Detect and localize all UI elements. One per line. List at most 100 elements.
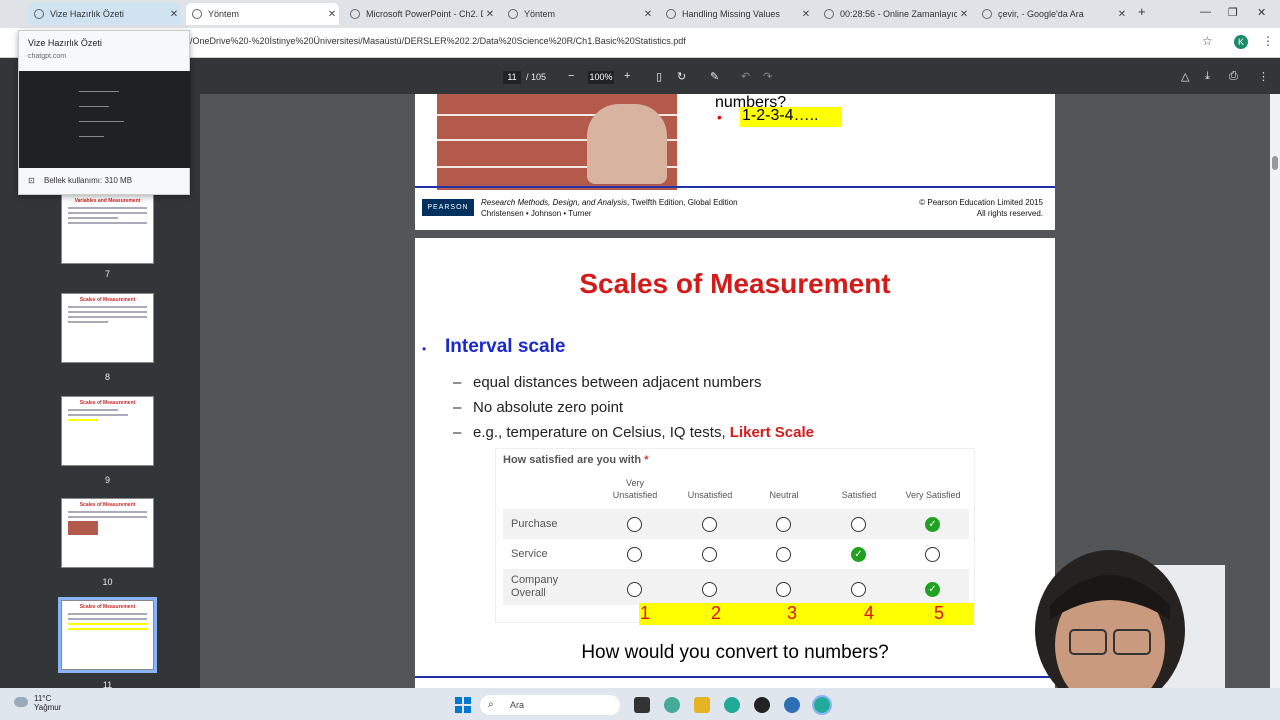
radio-5[interactable] [925,547,940,562]
bullet-icon: • [717,109,722,125]
tab-yontem-active[interactable]: Yöntem ✕ [186,3,339,25]
file-explorer-icon[interactable] [694,697,710,713]
page-number-input[interactable]: 11 [503,71,521,84]
chrome-icon[interactable] [724,697,740,713]
thumbnail-page-7[interactable]: Variables and Measurement [61,194,154,264]
thumbnail-title: Scales of Measurement [79,502,136,508]
thumbnail-page-10[interactable]: Scales of Measurement [61,498,154,568]
radio-4[interactable] [851,517,866,532]
google-icon [982,9,992,19]
radio-2[interactable] [702,547,717,562]
dash-icon: – [453,374,462,391]
close-icon[interactable]: ✕ [957,9,971,20]
undo-icon[interactable]: ↶ [741,70,750,83]
weather-widget[interactable]: 11°C Yağmur [34,694,61,712]
citation: Research Methods, Design, and Analysis, … [481,197,738,219]
col-label: Very [625,478,644,488]
print-icon[interactable]: ⎙ [1229,70,1238,83]
bookmark-star-icon[interactable]: ☆ [1202,34,1213,48]
close-icon[interactable]: ✕ [483,9,497,20]
tab-timer[interactable]: 00:28:56 - Online Zamanlayıcı - ✕ [818,3,971,25]
thumbnail-number: 7 [104,269,110,279]
scale-number-5: 5 [933,603,944,623]
radio-1[interactable] [627,547,642,562]
minimize-icon[interactable]: — [1200,6,1211,18]
tab-google[interactable]: çevir, - Google'da Ara ✕ [976,3,1129,25]
radio-3[interactable] [776,517,791,532]
zoom-in-icon[interactable]: + [624,70,630,82]
zoom-input[interactable]: 100% [588,71,614,84]
profile-avatar[interactable]: K [1234,35,1248,49]
slide-title: Scales of Measurement [579,268,891,299]
radio-3[interactable] [776,547,791,562]
check-icon[interactable]: ✓ [851,547,866,562]
bullet-icon: • [422,342,427,356]
copyright-line1: © Pearson Education Limited 2015 [919,198,1043,207]
radio-2[interactable] [702,582,717,597]
chatgpt-icon [192,9,202,19]
survey-row-purchase: Purchase ✓ [503,509,969,539]
copilot-icon[interactable] [664,697,680,713]
viewer-scrollbar[interactable] [1270,94,1280,688]
survey-row-service: Service ✓ [503,539,969,569]
book-title: Research Methods, Design, and Analysis [481,198,627,207]
rotate-icon[interactable]: ↻ [677,70,686,83]
new-tab-button[interactable]: + [1138,4,1146,19]
close-icon[interactable]: ✕ [325,9,339,20]
close-icon[interactable]: ✕ [799,9,813,20]
radio-1[interactable] [627,517,642,532]
fit-page-icon[interactable]: ▯ [656,70,662,83]
col-very-satisfied: Very Satisfied [905,490,961,500]
tab-title: Handling Missing Values [682,9,780,19]
answer-highlight: 1-2-3-4….. [740,107,842,127]
radio-2[interactable] [702,517,717,532]
drive-icon[interactable]: △ [1181,70,1189,83]
likert-survey: How satisfied are you with * Very Unsatis… [495,448,975,625]
more-icon[interactable]: ⋮ [1258,70,1269,83]
radio-3[interactable] [776,582,791,597]
app-icon[interactable] [784,697,800,713]
check-icon[interactable]: ✓ [925,517,940,532]
app-icon[interactable] [754,697,770,713]
scroll-thumb[interactable] [1272,156,1278,170]
chatgpt-icon [508,9,518,19]
col-unsatisfied: Unsatisfied [687,490,733,500]
close-icon[interactable]: ✕ [167,9,181,20]
scale-number-2: 2 [710,603,721,623]
thumbnail-page-11[interactable]: Scales of Measurement [58,597,157,673]
annotate-icon[interactable]: ✎ [710,70,719,83]
tab-title: Yöntem [524,9,556,19]
scale-number-1: 1 [639,603,650,623]
temperature: 11°C [34,694,52,703]
copyright-line2: All rights reserved. [976,209,1043,218]
url-field[interactable]: /OneDrive%20-%20İstinye%20Üniversitesi/M… [190,36,686,46]
zoom-out-icon[interactable]: − [568,70,574,82]
check-icon[interactable]: ✓ [925,582,940,597]
col-label: Unsatisfied [612,490,658,500]
thumbnail-page-8[interactable]: Scales of Measurement [61,293,154,363]
tab-title: Microsoft PowerPoint - Ch2. Da [366,9,483,19]
weather-condition: Yağmur [34,703,62,712]
taskbar-search[interactable]: Ara [480,695,620,715]
tab-yontem[interactable]: Yöntem ✕ [502,3,655,25]
tab-title: çevir, - Google'da Ara [998,9,1084,19]
weather-icon[interactable] [14,697,28,707]
close-icon[interactable]: ✕ [1115,9,1129,20]
close-icon[interactable]: ✕ [641,9,655,20]
radio-1[interactable] [627,582,642,597]
menu-icon[interactable]: ⋮ [1262,34,1274,48]
redo-icon[interactable]: ↷ [763,70,772,83]
task-view-icon[interactable] [634,697,650,713]
download-icon[interactable]: ⤓ [1205,70,1210,83]
restore-icon[interactable]: ❐ [1228,6,1238,19]
thumbnail-page-9[interactable]: Scales of Measurement [61,396,154,466]
close-window-icon[interactable]: ✕ [1257,6,1266,19]
tab-powerpoint[interactable]: Microsoft PowerPoint - Ch2. Da ✕ [344,3,497,25]
thumbnail-title: Scales of Measurement [79,400,136,406]
radio-4[interactable] [851,582,866,597]
thumbnail-title: Variables and Measurement [74,198,141,204]
chrome-active-icon[interactable] [812,695,832,715]
windows-start-icon[interactable] [455,697,471,713]
tab-vize[interactable]: Vize Hazırlık Özeti ✕ [28,3,181,25]
tab-missing-values[interactable]: Handling Missing Values ✕ [660,3,813,25]
